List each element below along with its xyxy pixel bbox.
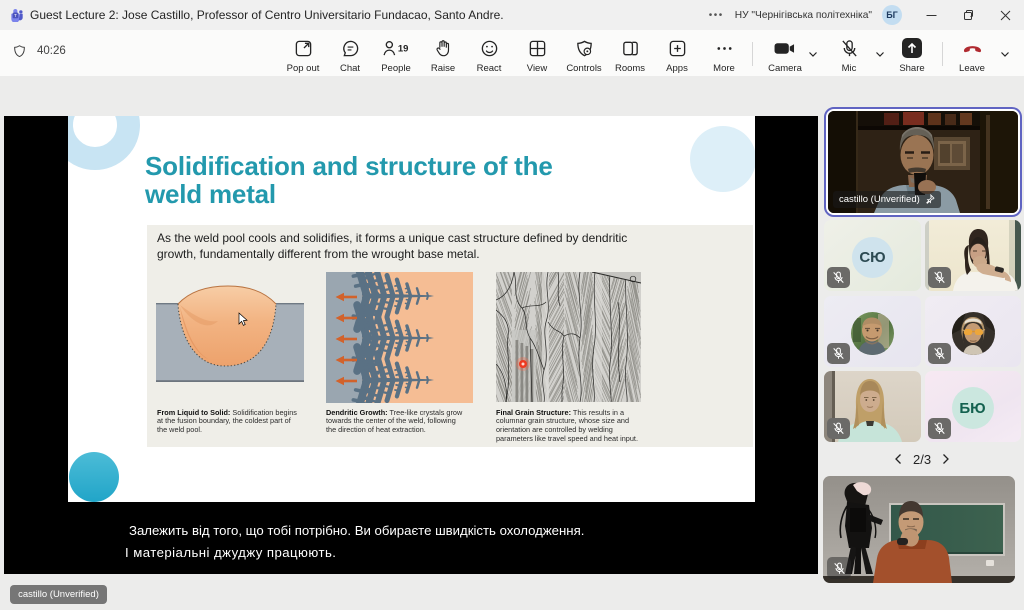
svg-text:19: 19 — [398, 43, 409, 54]
svg-text:T: T — [14, 13, 17, 19]
